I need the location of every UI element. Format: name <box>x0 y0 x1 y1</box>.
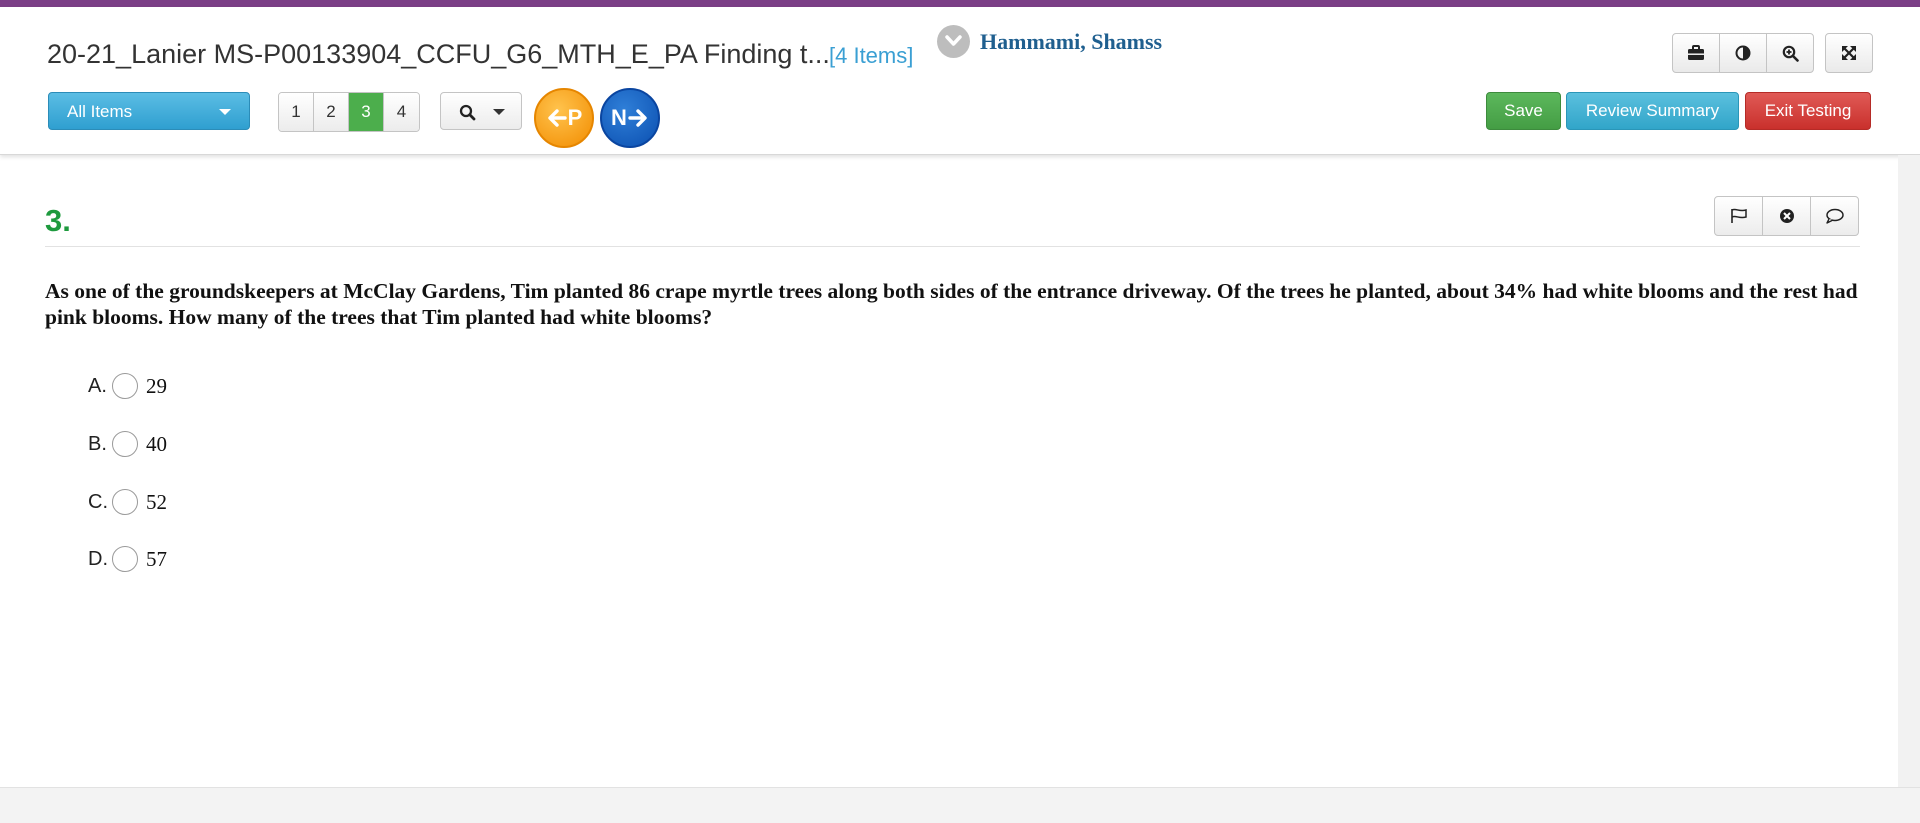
item-filter-dropdown[interactable]: All Items <box>48 92 250 130</box>
eliminate-choice-icon[interactable] <box>1763 197 1811 235</box>
briefcase-icon[interactable] <box>1673 34 1720 72</box>
item-filter-label: All Items <box>67 102 133 121</box>
arrow-right-icon <box>628 109 647 127</box>
page-button-2[interactable]: 2 <box>314 93 349 131</box>
choice-letter: C. <box>88 490 108 513</box>
choice-radio[interactable] <box>112 546 138 572</box>
test-header: 20-21_Lanier MS-P00133904_CCFU_G6_MTH_E_… <box>0 7 1920 155</box>
user-name[interactable]: Hammami, Shamss <box>980 29 1162 55</box>
next-question-button[interactable]: N <box>600 88 660 148</box>
save-button[interactable]: Save <box>1486 92 1561 130</box>
user-menu-chevron-icon[interactable] <box>937 25 970 58</box>
question-tools <box>1714 196 1859 236</box>
answer-choice-b[interactable]: B. 40 <box>88 428 167 460</box>
page-button-4[interactable]: 4 <box>384 93 419 131</box>
page-button-3[interactable]: 3 <box>349 93 384 131</box>
choice-radio[interactable] <box>112 373 138 399</box>
choice-value: 52 <box>146 489 167 514</box>
fullscreen-icon[interactable] <box>1825 33 1873 73</box>
review-summary-button[interactable]: Review Summary <box>1566 92 1739 130</box>
contrast-icon[interactable] <box>1720 34 1767 72</box>
choice-letter: A. <box>88 374 107 397</box>
previous-question-button[interactable]: P <box>534 88 594 148</box>
test-title: 20-21_Lanier MS-P00133904_CCFU_G6_MTH_E_… <box>47 39 830 69</box>
choice-value: 57 <box>146 546 167 571</box>
question-stem: As one of the groundskeepers at McClay G… <box>45 279 1858 329</box>
next-label: N <box>611 105 627 130</box>
items-count: [4 Items] <box>829 43 914 68</box>
flag-icon[interactable] <box>1715 197 1763 235</box>
toolbar-tools <box>1672 33 1814 73</box>
search-dropdown-button[interactable] <box>440 92 522 130</box>
answer-choice-c[interactable]: C. 52 <box>88 486 167 518</box>
caret-down-icon <box>493 109 505 115</box>
choice-letter: B. <box>88 432 107 455</box>
arrow-left-icon <box>547 109 567 127</box>
choice-value: 29 <box>146 373 167 398</box>
choice-radio[interactable] <box>112 431 138 457</box>
caret-down-icon <box>219 109 231 115</box>
footer-band <box>0 787 1920 823</box>
question-number: 3. <box>45 203 71 238</box>
choice-radio[interactable] <box>112 489 138 515</box>
page-button-1[interactable]: 1 <box>279 93 314 131</box>
previous-label: P <box>567 105 583 130</box>
vertical-scrollbar[interactable] <box>1898 155 1920 787</box>
question-divider <box>45 246 1860 247</box>
question-pager: 1 2 3 4 <box>278 92 420 132</box>
choice-letter: D. <box>88 547 108 570</box>
top-accent-stripe <box>0 0 1920 7</box>
comment-icon[interactable] <box>1811 197 1858 235</box>
choice-value: 40 <box>146 431 167 456</box>
zoom-in-icon[interactable] <box>1767 34 1813 72</box>
answer-choice-a[interactable]: A. 29 <box>88 370 167 402</box>
answer-choice-d[interactable]: D. 57 <box>88 543 167 575</box>
search-icon <box>459 104 476 121</box>
exit-testing-button[interactable]: Exit Testing <box>1745 92 1871 130</box>
